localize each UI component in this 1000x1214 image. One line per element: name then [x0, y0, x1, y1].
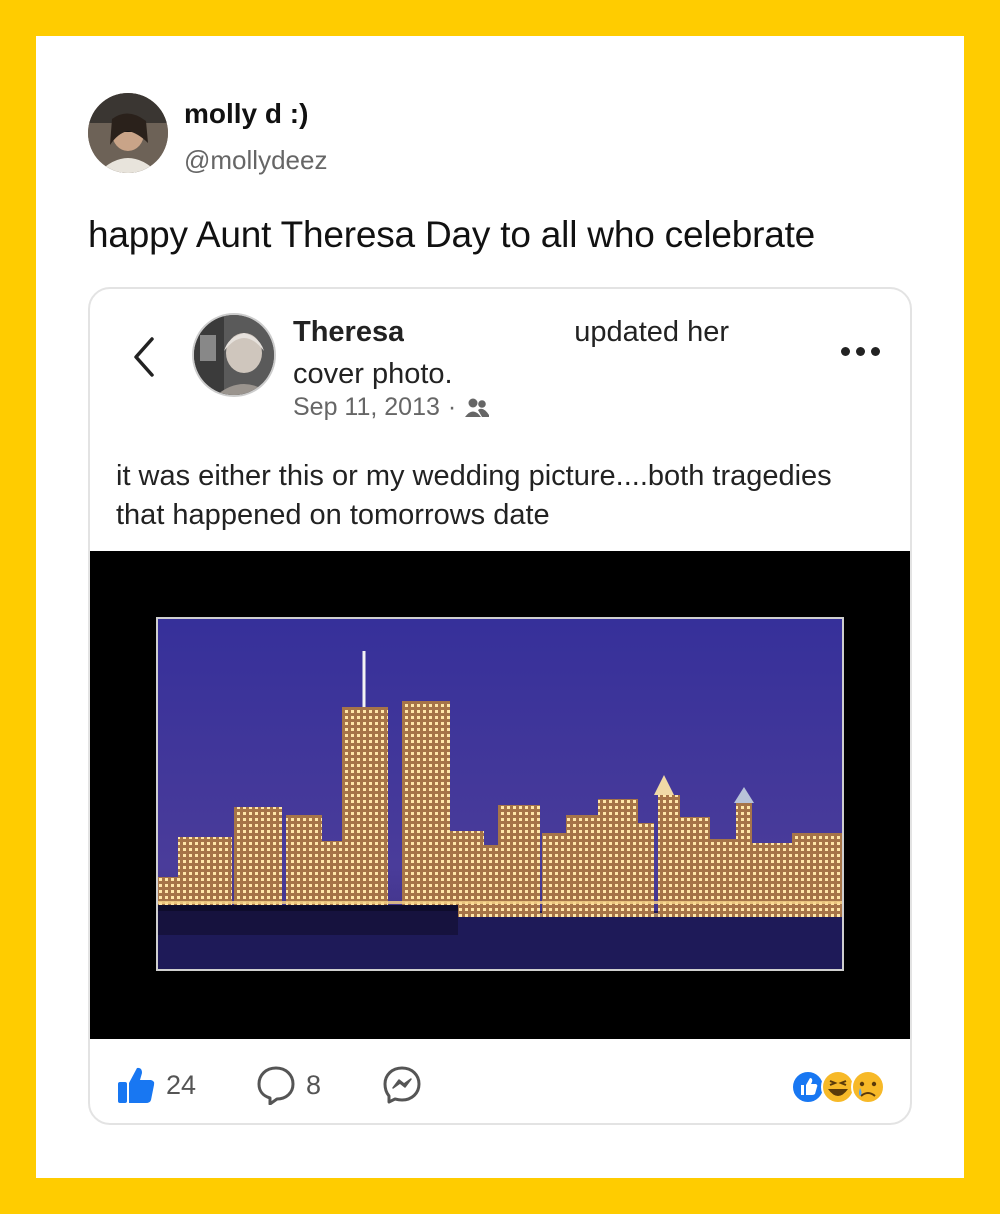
friends-icon — [465, 398, 490, 417]
tweet-author-name[interactable]: molly d :) — [184, 98, 308, 130]
messenger-share-action[interactable] — [382, 1065, 422, 1105]
more-options-icon[interactable] — [841, 347, 880, 356]
comment-action[interactable]: 8 — [256, 1065, 321, 1105]
fb-post-action: updated her — [574, 316, 730, 348]
fb-post-header: Theresa updated her cover photo. — [293, 311, 813, 395]
cover-photo-frame[interactable] — [90, 551, 910, 1039]
comments-count: 8 — [306, 1069, 322, 1100]
meta-separator: · — [447, 393, 457, 421]
facebook-post-screenshot: Theresa updated her cover photo. Sep 11, … — [88, 287, 912, 1125]
fb-author-name[interactable]: Theresa — [293, 316, 404, 348]
fb-author-avatar[interactable] — [192, 313, 276, 397]
haha-reaction-icon — [821, 1070, 855, 1104]
fb-action-bar: 24 8 — [90, 1039, 910, 1123]
comment-bubble-icon — [257, 1066, 295, 1105]
messenger-icon — [383, 1066, 421, 1104]
like-reaction-icon — [791, 1070, 825, 1104]
fb-post-action-line2: cover photo. — [293, 358, 453, 390]
sad-reaction-icon — [851, 1070, 885, 1104]
tweet-author-handle[interactable]: @mollydeez — [184, 145, 327, 176]
like-action[interactable]: 24 — [116, 1065, 196, 1105]
redaction-block — [404, 316, 575, 351]
reactions-summary-icons[interactable] — [790, 1067, 890, 1107]
thumbs-up-icon — [118, 1067, 155, 1103]
cover-photo-skyline-image — [156, 617, 844, 971]
tweet-text: happy Aunt Theresa Day to all who celebr… — [88, 214, 816, 255]
fb-post-caption: it was either this or my wedding picture… — [116, 460, 832, 531]
likes-count: 24 — [166, 1069, 197, 1100]
tweet-avatar[interactable] — [88, 93, 168, 173]
fb-post-date[interactable]: Sep 11, 2013 — [293, 393, 440, 422]
tweet-card: molly d :) @mollydeez happy Aunt Theresa… — [36, 36, 964, 1178]
fb-post-meta: Sep 11, 2013 · — [293, 393, 490, 422]
back-chevron-icon[interactable] — [126, 333, 162, 381]
